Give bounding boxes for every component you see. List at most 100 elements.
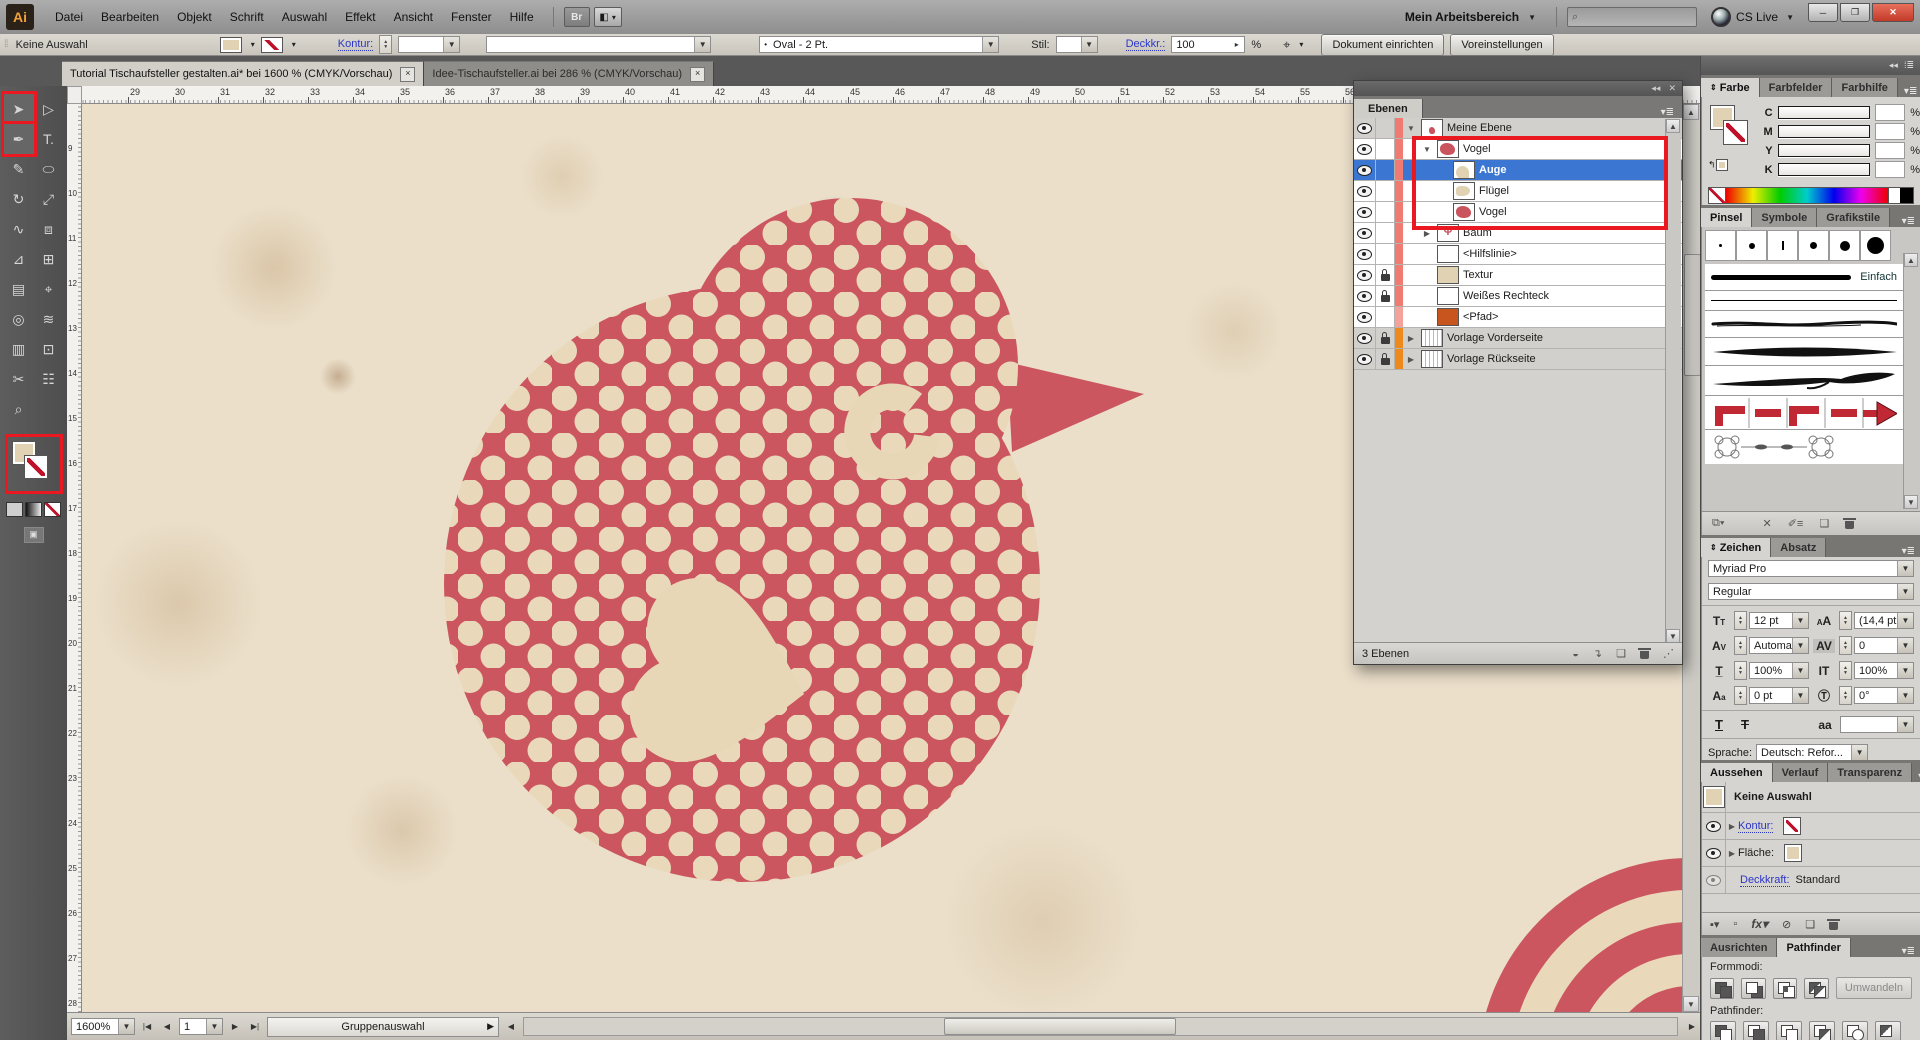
close-tab-icon[interactable]: × (690, 67, 705, 82)
free-transform-tool[interactable]: ⧈ (34, 214, 64, 244)
menu-schrift[interactable]: Schrift (221, 6, 273, 28)
eye-icon[interactable] (1357, 123, 1372, 134)
unite-button[interactable] (1710, 978, 1734, 999)
clear-appearance-icon[interactable]: ⊘ (1782, 918, 1791, 931)
layer-row[interactable]: ▼Vogel○ (1354, 139, 1682, 160)
channel-value-field[interactable] (1875, 161, 1905, 178)
tab-ausrichten[interactable]: Ausrichten (1701, 938, 1777, 957)
layer-main[interactable]: Weißes Rechteck (1403, 286, 1658, 306)
artboard-number-select[interactable]: 1▼ (179, 1018, 223, 1035)
close-tab-icon[interactable]: × (400, 67, 415, 82)
direct-selection-tool[interactable]: ▷ (34, 94, 64, 124)
brushes-scrollbar[interactable]: ▲ ▼ (1903, 253, 1919, 509)
tab-aussehen[interactable]: Aussehen (1701, 763, 1773, 782)
first-artboard-button[interactable]: |◀ (139, 1019, 155, 1035)
last-artboard-button[interactable]: ▶| (247, 1019, 263, 1035)
lock-cell[interactable] (1376, 223, 1395, 243)
layer-row[interactable]: Weißes Rechteck○ (1354, 286, 1682, 307)
appearance-opacity-row[interactable]: Deckkraft: Standard (1702, 867, 1920, 894)
appearance-fill-row[interactable]: ▶ Fläche: (1702, 840, 1920, 867)
visibility-cell[interactable] (1354, 139, 1376, 159)
status-flyout-icon[interactable]: ▶ (487, 1021, 494, 1032)
color-spectrum-bar[interactable] (1708, 187, 1914, 204)
eye-icon[interactable] (1357, 186, 1372, 197)
channel-slider[interactable] (1778, 106, 1870, 119)
select-similar-icon[interactable]: ⌖ (1283, 37, 1290, 53)
menu-effekt[interactable]: Effekt (336, 6, 384, 28)
new-fill-icon[interactable]: ▫ (1733, 918, 1737, 930)
visibility-cell[interactable] (1354, 118, 1376, 138)
layer-row[interactable]: Textur◕ (1354, 265, 1682, 286)
visibility-cell[interactable] (1354, 349, 1376, 369)
brush-arrow-pattern[interactable] (1705, 396, 1903, 430)
crop-button[interactable] (1809, 1021, 1835, 1040)
brush-options-icon[interactable]: ✐≡ (1788, 517, 1804, 530)
menu-ansicht[interactable]: Ansicht (385, 6, 442, 28)
delete-brush-icon[interactable] (1845, 521, 1854, 529)
stroke-weight-select[interactable]: ▼ (398, 36, 460, 53)
new-layer-icon[interactable]: ❏ (1616, 647, 1626, 660)
status-tool-field[interactable]: Gruppenauswahl ▶ (267, 1017, 499, 1037)
expander-icon[interactable]: ▶ (1405, 355, 1417, 364)
eye-icon[interactable] (1357, 354, 1372, 365)
workspace-switcher[interactable]: Mein Arbeitsbereich ▼ (1395, 10, 1546, 24)
bridge-button[interactable]: Br (564, 7, 590, 27)
opacity-link[interactable]: Deckkraft: (1740, 874, 1790, 887)
channel-value-field[interactable] (1875, 142, 1905, 159)
layer-main[interactable]: Vogel (1403, 202, 1658, 222)
prev-artboard-button[interactable]: ◀ (159, 1019, 175, 1035)
visibility-eye-icon[interactable] (1706, 875, 1721, 886)
vertical-scrollbar[interactable]: ▲ ▼ (1682, 104, 1700, 1012)
calligraphic-brush[interactable] (1798, 230, 1829, 261)
lock-cell[interactable] (1376, 349, 1395, 369)
blend-tool[interactable]: ◎ (4, 304, 34, 334)
panel-grip[interactable]: ⁞⁞ (4, 39, 8, 50)
layer-row[interactable]: <Pfad>○ (1354, 307, 1682, 328)
layer-main[interactable]: <Pfad> (1403, 307, 1658, 327)
toolbar-stroke-swatch[interactable] (24, 455, 48, 479)
panel-menu-icon[interactable]: ▾≣ (1896, 946, 1920, 957)
tab-pinsel[interactable]: Pinsel (1701, 208, 1752, 227)
eye-icon[interactable] (1357, 249, 1372, 260)
scale-tool[interactable]: ⤢ (34, 184, 64, 214)
layer-row[interactable]: Auge○ (1354, 160, 1682, 181)
rotate-tool[interactable]: ↻ (4, 184, 34, 214)
delete-layer-icon[interactable] (1640, 651, 1649, 659)
slice-tool[interactable]: ✂ (4, 364, 34, 394)
style-select[interactable]: ▼ (1056, 36, 1098, 53)
opacity-link[interactable]: Deckkr.: (1126, 38, 1166, 51)
document-tab[interactable]: Tutorial Tischaufsteller gestalten.ai* b… (62, 61, 424, 86)
pencil-tool[interactable]: ✎ (4, 154, 34, 184)
brush-tapered[interactable] (1705, 338, 1903, 366)
channel-slider[interactable] (1778, 163, 1870, 176)
preferences-button[interactable]: Voreinstellungen (1450, 34, 1553, 56)
lock-cell[interactable] (1376, 181, 1395, 201)
tab-grafikstile[interactable]: Grafikstile (1817, 208, 1890, 227)
make-clipping-mask-icon[interactable]: ◒ (1572, 648, 1579, 660)
expand-icon[interactable]: ▶ (1726, 849, 1738, 858)
layer-main[interactable]: ▶Vorlage Rückseite (1403, 349, 1658, 369)
hscroll-right-arrow[interactable]: ▶ (1684, 1019, 1700, 1035)
underline-button[interactable]: T (1708, 717, 1730, 732)
expand-icon[interactable]: ▶ (1726, 822, 1738, 831)
tab-farbhilfe[interactable]: Farbhilfe (1832, 78, 1897, 97)
spectrum-gradient[interactable] (1726, 188, 1888, 203)
layer-main[interactable]: Auge (1403, 160, 1658, 180)
menu-auswahl[interactable]: Auswahl (273, 6, 336, 28)
lock-cell[interactable] (1376, 265, 1395, 285)
delete-item-icon[interactable] (1829, 922, 1838, 930)
visibility-cell[interactable] (1354, 160, 1376, 180)
chevron-down-icon[interactable]: ▾ (292, 40, 296, 49)
tab-zeichen[interactable]: ⇕Zeichen (1701, 538, 1771, 557)
width-tool[interactable]: ∿ (4, 214, 34, 244)
screen-mode-button[interactable]: ▣ (24, 527, 44, 543)
type-tool[interactable]: T. (34, 124, 64, 154)
calligraphic-brush[interactable] (1767, 230, 1798, 261)
font-style-select[interactable]: Regular▼ (1708, 583, 1914, 600)
calligraphic-brush[interactable] (1736, 230, 1767, 261)
v-scale-select[interactable]: 100%▼ (1854, 662, 1914, 679)
eye-icon[interactable] (1357, 312, 1372, 323)
eye-icon[interactable] (1357, 333, 1372, 344)
lock-cell[interactable] (1376, 244, 1395, 264)
layer-row[interactable]: ▶ΨBaum○ (1354, 223, 1682, 244)
